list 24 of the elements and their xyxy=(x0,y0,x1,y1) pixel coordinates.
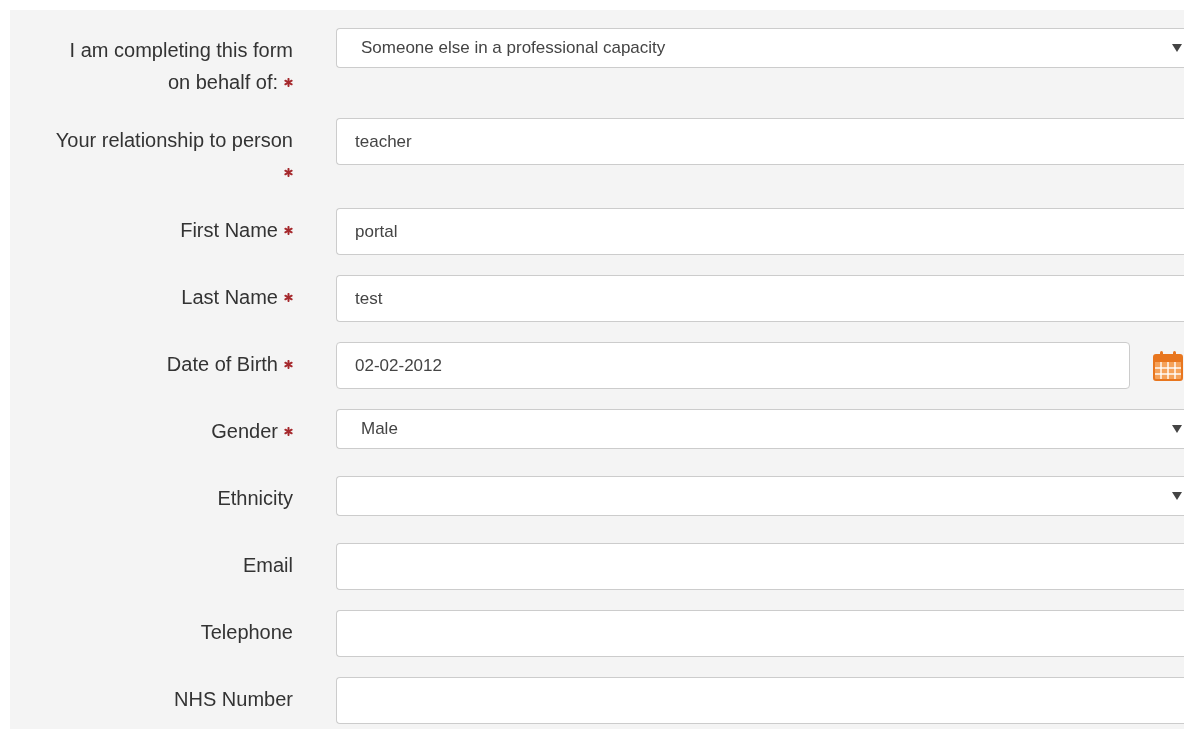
input-field[interactable] xyxy=(336,677,1184,724)
field-label: Date of Birth xyxy=(166,348,293,380)
field-label: Telephone xyxy=(200,620,293,645)
input-field[interactable]: teacher xyxy=(336,118,1184,165)
caret-icon xyxy=(1172,425,1182,433)
input-field[interactable]: portal xyxy=(336,208,1184,255)
calendar-icon[interactable] xyxy=(1152,349,1184,382)
field-label: NHS Number xyxy=(174,687,293,712)
field-label: I am completing this form on behalf of: xyxy=(68,38,293,95)
field-label: Ethnicity xyxy=(217,486,293,511)
caret-icon xyxy=(1172,492,1182,500)
field-label: First Name xyxy=(180,214,293,246)
dropdown-field[interactable] xyxy=(336,476,1184,516)
field-label: Last Name xyxy=(181,281,293,313)
field-label: Gender xyxy=(211,415,293,447)
input-field[interactable] xyxy=(336,610,1184,657)
date-field[interactable]: 02-02-2012 xyxy=(336,342,1130,389)
input-field[interactable]: test xyxy=(336,275,1184,322)
dropdown-field[interactable]: Male xyxy=(336,409,1184,449)
field-label: Your relationship to person xyxy=(53,124,293,188)
field-label: Email xyxy=(243,553,293,578)
caret-icon xyxy=(1172,44,1182,52)
dropdown-field[interactable]: Someone else in a professional capacity xyxy=(336,28,1184,68)
input-field[interactable] xyxy=(336,543,1184,590)
